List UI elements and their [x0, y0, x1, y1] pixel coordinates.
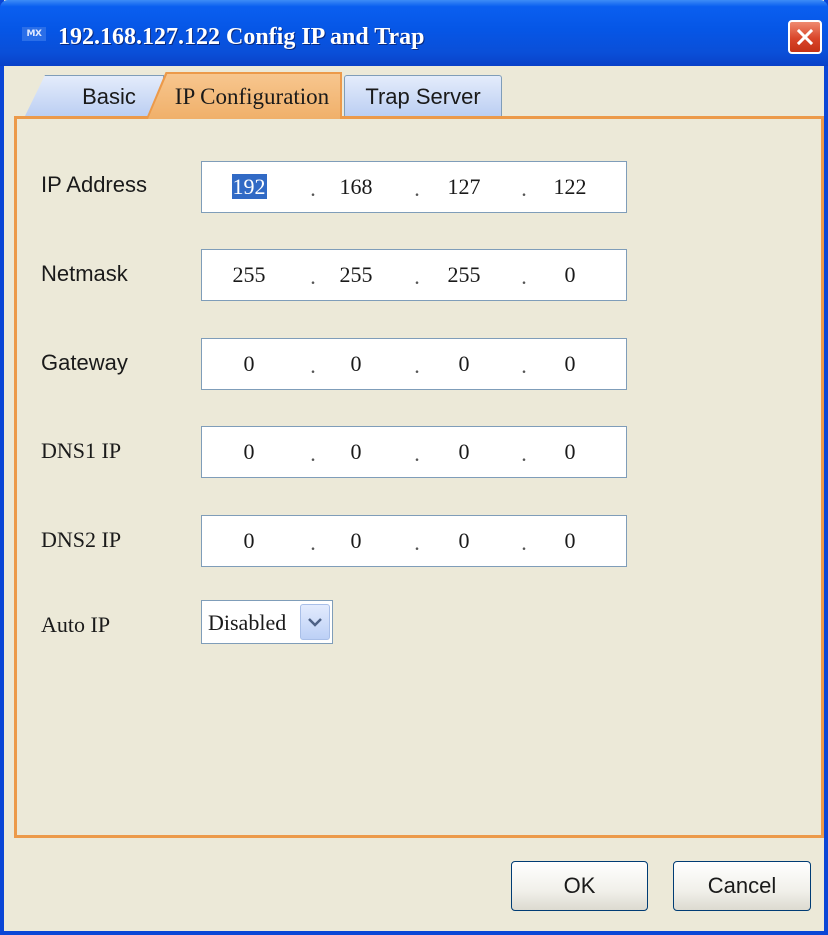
dns2-ip-octet-2[interactable]: 0	[326, 528, 386, 554]
tab-ip-configuration-label: IP Configuration	[174, 83, 330, 109]
netmask-octet-3[interactable]: 255	[434, 262, 494, 288]
gateway-separator: .	[521, 353, 527, 378]
gateway-octet-4[interactable]: 0	[540, 351, 600, 377]
dns2-ip-separator: .	[414, 530, 420, 555]
dns2-ip-octet-4[interactable]: 0	[540, 528, 600, 554]
ip-address-octet-3[interactable]: 127	[434, 174, 494, 200]
tab-trap-server-label: Trap Server	[365, 84, 481, 109]
dropdown-button[interactable]	[300, 604, 330, 640]
dns2-ip-label: DNS2 IP	[41, 527, 122, 552]
dns2-ip-octet-3[interactable]: 0	[434, 528, 494, 554]
dns2-ip-separator: .	[521, 530, 527, 555]
netmask-separator: .	[310, 264, 316, 289]
gateway-octet-2[interactable]: 0	[326, 351, 386, 377]
dns1-ip-label: DNS1 IP	[41, 438, 122, 463]
dns1-ip-octet-1[interactable]: 0	[219, 439, 279, 465]
close-button[interactable]	[788, 20, 822, 54]
gateway-separator: .	[414, 353, 420, 378]
ip-address-octet-1[interactable]: 192	[219, 174, 279, 200]
gateway-octet-1[interactable]: 0	[219, 351, 279, 377]
window-title: 192.168.127.122 Config IP and Trap	[58, 24, 425, 50]
dns2-ip-separator: .	[310, 530, 316, 555]
app-icon: MX	[22, 27, 46, 41]
dns1-ip-separator: .	[521, 441, 527, 466]
ip-address-field[interactable]: 192 . 168 . 127 . 122	[201, 161, 627, 213]
netmask-octet-1[interactable]: 255	[219, 262, 279, 288]
tab-basic[interactable]: Basic	[24, 75, 164, 118]
auto-ip-label: Auto IP	[41, 612, 111, 637]
dns1-ip-field[interactable]: 0 . 0 . 0 . 0	[201, 426, 627, 478]
auto-ip-select[interactable]: Disabled	[201, 600, 333, 644]
gateway-field[interactable]: 0 . 0 . 0 . 0	[201, 338, 627, 390]
ok-button[interactable]: OK	[511, 861, 648, 911]
auto-ip-selected-value: Disabled	[208, 610, 287, 635]
dns2-ip-octet-1[interactable]: 0	[219, 528, 279, 554]
gateway-separator: .	[310, 353, 316, 378]
chevron-down-icon	[308, 618, 322, 627]
netmask-label: Netmask	[41, 261, 128, 286]
dns1-ip-octet-2[interactable]: 0	[326, 439, 386, 465]
netmask-field[interactable]: 255 . 255 . 255 . 0	[201, 249, 627, 301]
tab-trap-server[interactable]: Trap Server	[344, 75, 502, 118]
ip-address-label: IP Address	[41, 172, 147, 197]
netmask-separator: .	[414, 264, 420, 289]
tab-basic-label: Basic	[82, 84, 136, 109]
dns2-ip-field[interactable]: 0 . 0 . 0 . 0	[201, 515, 627, 567]
close-icon	[796, 28, 814, 46]
dns1-ip-separator: .	[310, 441, 316, 466]
ip-address-separator: .	[521, 176, 527, 201]
cancel-button-label: Cancel	[707, 873, 777, 898]
netmask-octet-2[interactable]: 255	[326, 262, 386, 288]
dns1-ip-octet-4[interactable]: 0	[540, 439, 600, 465]
ip-address-octet-1-value: 192	[231, 174, 267, 199]
ok-button-label: OK	[563, 873, 596, 898]
netmask-separator: .	[521, 264, 527, 289]
gateway-octet-3[interactable]: 0	[434, 351, 494, 377]
dns1-ip-separator: .	[414, 441, 420, 466]
ip-address-separator: .	[310, 176, 316, 201]
ip-address-separator: .	[414, 176, 420, 201]
title-bar[interactable]: MX 192.168.127.122 Config IP and Trap	[0, 0, 828, 66]
ip-address-octet-4[interactable]: 122	[540, 174, 600, 200]
dns1-ip-octet-3[interactable]: 0	[434, 439, 494, 465]
netmask-octet-4[interactable]: 0	[540, 262, 600, 288]
cancel-button[interactable]: Cancel	[673, 861, 811, 911]
ip-address-octet-2[interactable]: 168	[326, 174, 386, 200]
gateway-label: Gateway	[41, 350, 128, 375]
tab-ip-configuration[interactable]: IP Configuration	[146, 72, 342, 119]
